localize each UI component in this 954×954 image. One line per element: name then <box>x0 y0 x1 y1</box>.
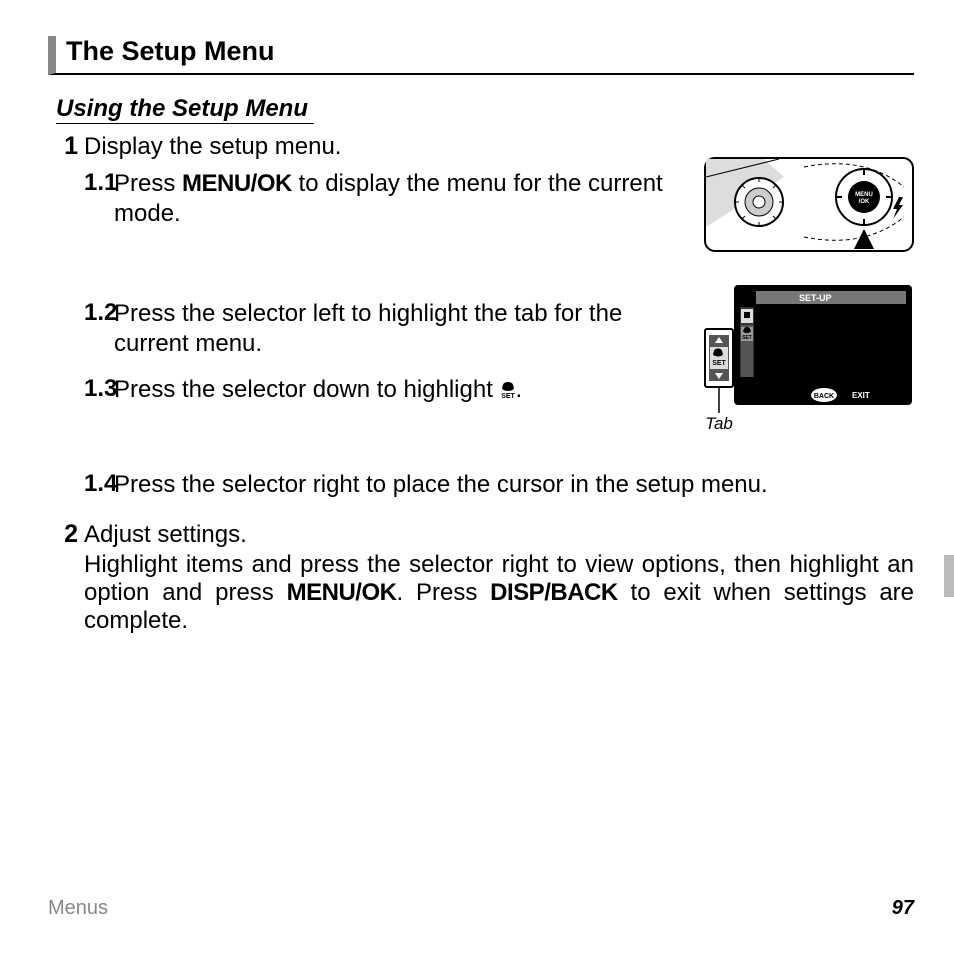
screen-title: SET-UP <box>799 293 832 303</box>
button-label-disp-back: DISP/BACK <box>490 579 618 606</box>
section-title: The Setup Menu <box>48 36 914 75</box>
exit-label: EXIT <box>852 391 870 400</box>
text-fragment: Press the selector down to highlight <box>114 376 500 403</box>
back-label: BACK <box>814 393 834 400</box>
subsection-title: Using the Setup Menu <box>56 95 314 124</box>
button-label-menu-ok: MENU/OK <box>182 170 292 197</box>
svg-text:SET: SET <box>712 360 726 367</box>
substep-number: 1.3 <box>84 375 114 403</box>
figure-screen: SET-UP SET BACK EXIT <box>704 285 914 442</box>
tab-caption: Tab <box>705 414 733 433</box>
substep-text: Press the selector left to highlight the… <box>114 299 688 359</box>
substep-text: Press MENU/OK to display the menu for th… <box>114 169 688 229</box>
step-number: 2 <box>56 520 78 549</box>
substep-number: 1.1 <box>84 169 114 197</box>
svg-text:SET: SET <box>742 335 752 341</box>
figure-camera: MENU /OK <box>704 157 914 259</box>
footer-section: Menus <box>48 897 108 920</box>
page-edge-tab <box>944 555 954 597</box>
step-title: Adjust settings. <box>84 521 914 549</box>
page-number: 97 <box>892 897 914 920</box>
step-body-text: Highlight items and press the selector r… <box>84 551 914 635</box>
substep-text: Press the selector right to place the cu… <box>114 470 914 500</box>
text-fragment: Press <box>114 170 182 197</box>
step-number: 1 <box>56 132 78 161</box>
text-fragment: . Press <box>396 579 490 606</box>
substep-text: Press the selector down to highlight SET… <box>114 375 688 407</box>
substep-number: 1.4 <box>84 470 114 498</box>
set-icon: SET <box>500 377 516 407</box>
text-fragment: . <box>516 376 523 403</box>
menu-ok-label: MENU <box>855 192 873 198</box>
button-label-menu-ok: MENU/OK <box>287 579 397 606</box>
substep-number: 1.2 <box>84 299 114 327</box>
svg-text:/OK: /OK <box>859 199 870 205</box>
svg-text:SET: SET <box>501 393 515 399</box>
